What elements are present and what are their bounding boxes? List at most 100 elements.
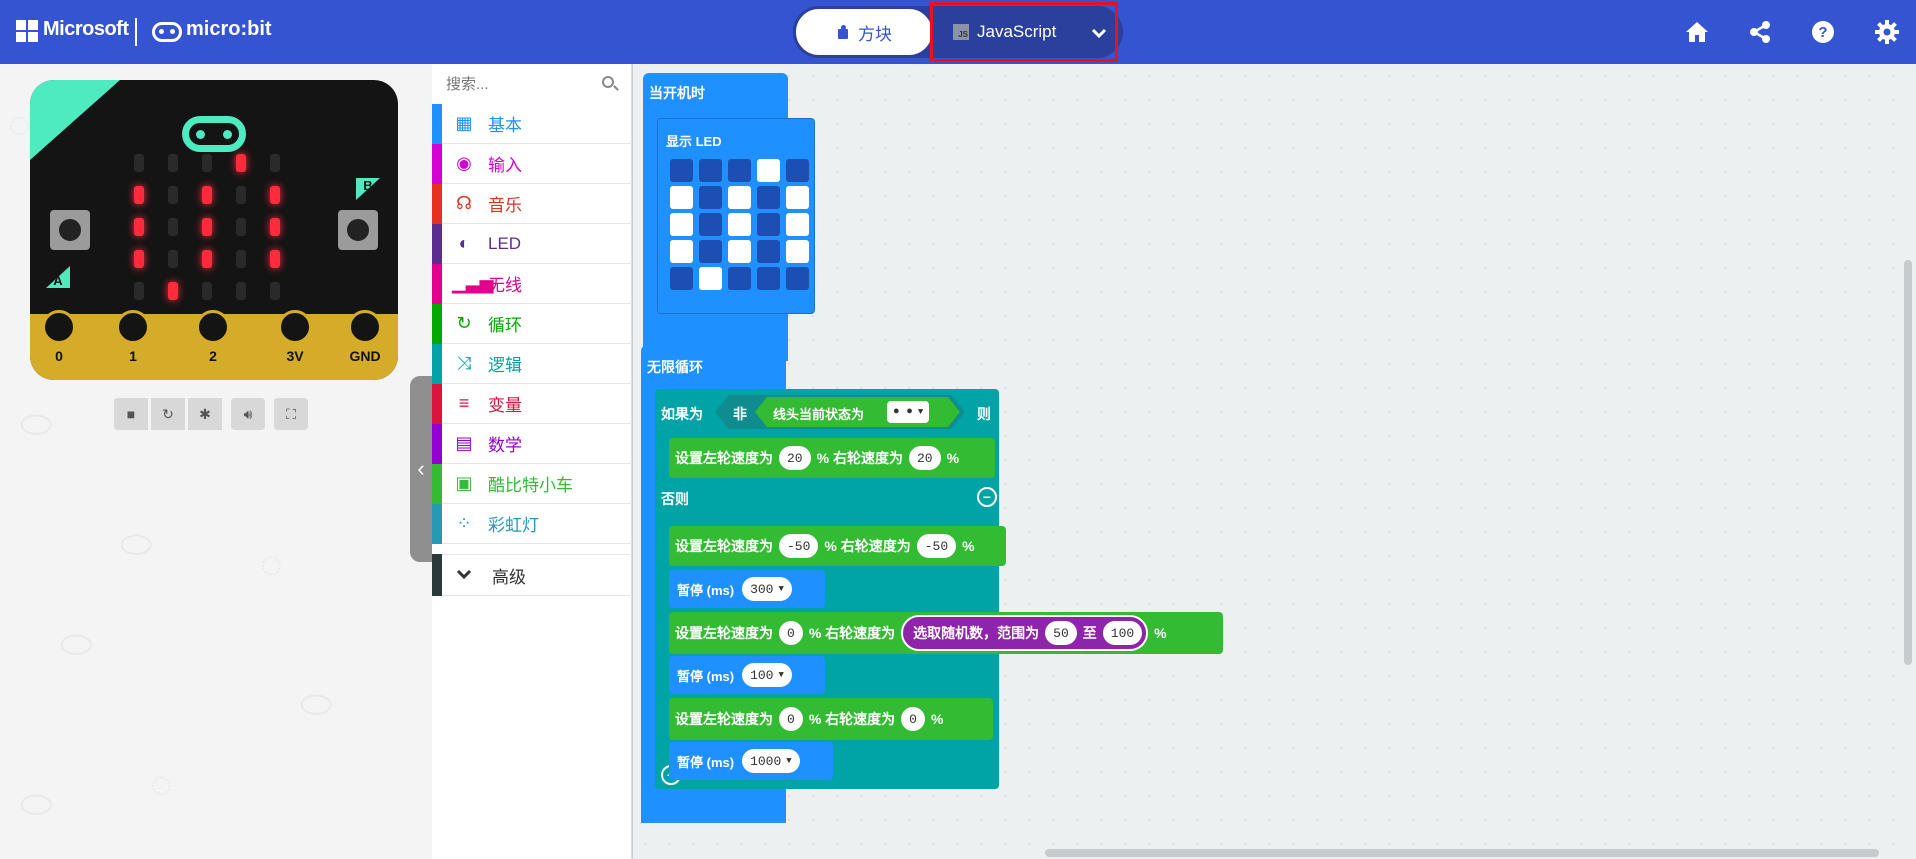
brand-divider: [135, 18, 137, 46]
category-label: 酷比特小车: [488, 476, 573, 495]
category-cutebot[interactable]: ▣ 酷比特小车: [432, 463, 632, 504]
blocks-workspace[interactable]: 当开机时 显示 LED 无限循环 如果为 非 线头当前状态为 ● ● ▼ 则 否则…: [632, 64, 1916, 859]
pin-0[interactable]: 0: [42, 310, 76, 380]
blocks-mode-button[interactable]: 方块: [793, 6, 935, 58]
background-pattern: ⬭: [20, 784, 53, 826]
stop-icon[interactable]: ■: [114, 398, 148, 430]
category-label: 变量: [488, 396, 522, 415]
puzzle-icon: [836, 25, 850, 39]
pause-block[interactable]: 暂停 (ms) 1000 ▼: [669, 742, 833, 780]
left-speed-input[interactable]: 20: [779, 446, 811, 470]
share-icon[interactable]: [1746, 18, 1774, 46]
random-max-input[interactable]: 100: [1102, 621, 1143, 645]
category-radio[interactable]: ▁▃▅ 无线: [432, 263, 632, 304]
category-variables[interactable]: ≡ 变量: [432, 383, 632, 424]
pause-dropdown[interactable]: 1000 ▼: [742, 749, 800, 773]
led: [236, 282, 246, 300]
category-math[interactable]: ▤ 数学: [432, 423, 632, 464]
pause-label: 暂停 (ms): [677, 668, 735, 684]
grid-icon: ▦: [455, 113, 473, 133]
category-logic[interactable]: ⤨ 逻辑: [432, 343, 632, 384]
right-speed-input[interactable]: -50: [916, 534, 957, 558]
collapse-simulator-button[interactable]: ‹: [410, 376, 432, 562]
set-speed-block[interactable]: 设置左轮速度为 0 % 右轮速度为 0 %: [669, 698, 993, 740]
pin-gnd[interactable]: GND: [348, 310, 382, 380]
set-speed-block[interactable]: 设置左轮速度为 -50 % 右轮速度为 -50 %: [669, 526, 1006, 566]
pause-block[interactable]: 暂停 (ms) 100 ▼: [669, 656, 825, 694]
search-input[interactable]: [446, 72, 596, 96]
pin-1[interactable]: 1: [116, 310, 150, 380]
set-speed-block[interactable]: 设置左轮速度为 20 % 右轮速度为 20 %: [669, 438, 995, 478]
pause-dropdown[interactable]: 100 ▼: [742, 663, 792, 687]
led: [168, 250, 178, 268]
microbit-board: A B 0 1 2 3V GND: [30, 80, 398, 380]
restart-icon[interactable]: ↻: [151, 398, 185, 430]
left-speed-input[interactable]: -50: [779, 534, 819, 558]
minus-circle-icon[interactable]: −: [977, 487, 997, 507]
button-b-label: B: [356, 178, 380, 200]
right-speed-input[interactable]: 0: [901, 707, 925, 731]
debug-icon[interactable]: ✱: [188, 398, 222, 430]
left-speed-input[interactable]: 0: [779, 621, 803, 645]
led-lit: [134, 186, 144, 204]
on-start-label: 当开机时: [649, 85, 705, 101]
show-leds-block[interactable]: 显示 LED: [657, 118, 815, 314]
percent-label: %: [930, 711, 944, 727]
signal-icon: ▁▃▅: [452, 273, 494, 293]
vertical-scrollbar[interactable]: [1904, 260, 1912, 665]
category-advanced[interactable]: 高级: [432, 554, 632, 596]
background-pattern: ⬭: [300, 684, 333, 726]
set-speed-block[interactable]: 设置左轮速度为 0 % 右轮速度为 选取随机数，范围为 50 至 100 %: [669, 612, 1223, 654]
led: [168, 186, 178, 204]
search-icon[interactable]: [602, 76, 614, 88]
brand-microbit[interactable]: micro:bit: [186, 18, 272, 41]
javascript-mode-button[interactable]: JS JavaScript: [935, 6, 1123, 58]
pause-label: 暂停 (ms): [677, 582, 735, 598]
category-rainbow-led[interactable]: ⁘ 彩虹灯: [432, 503, 632, 544]
random-min-input[interactable]: 50: [1045, 621, 1077, 645]
right-speed-input[interactable]: 20: [908, 446, 941, 470]
editor-mode-toggle: 方块 JS JavaScript: [793, 6, 1123, 58]
random-number-block[interactable]: 选取随机数，范围为 50 至 100: [901, 615, 1149, 651]
forever-label: 无限循环: [647, 359, 703, 375]
pause-dropdown[interactable]: 300 ▼: [742, 577, 792, 601]
fullscreen-icon[interactable]: ⛶: [274, 398, 308, 430]
category-label: 输入: [488, 156, 522, 175]
microbit-logo-icon: [152, 22, 182, 42]
pause-block[interactable]: 暂停 (ms) 300 ▼: [669, 570, 825, 608]
set-left-label: 设置左轮速度为: [675, 450, 773, 466]
background-pattern: ◌: [150, 764, 173, 806]
board-corner-decoration: [30, 80, 120, 160]
led-lit: [270, 218, 280, 236]
left-speed-input[interactable]: 0: [779, 707, 803, 731]
home-icon[interactable]: [1683, 18, 1711, 46]
settings-icon[interactable]: [1873, 18, 1901, 46]
pin-3v[interactable]: 3V: [278, 310, 312, 380]
category-label: 基本: [488, 116, 522, 135]
category-label: 数学: [488, 436, 522, 455]
category-loops[interactable]: ↻ 循环: [432, 303, 632, 344]
led: [236, 250, 246, 268]
percent-label: %: [946, 450, 960, 466]
button-a[interactable]: [50, 210, 90, 250]
chevron-down-icon[interactable]: [1087, 22, 1111, 42]
horizontal-scrollbar[interactable]: [1045, 849, 1879, 857]
touch-logo-icon[interactable]: [182, 116, 246, 152]
set-right-label: % 右轮速度为: [816, 450, 903, 466]
category-led[interactable]: ◐ LED: [432, 223, 632, 264]
led: [236, 186, 246, 204]
category-music[interactable]: ☊ 音乐: [432, 183, 632, 224]
mute-icon[interactable]: 🔊︎: [231, 398, 265, 430]
category-label: 彩虹灯: [488, 516, 539, 535]
category-basic[interactable]: ▦ 基本: [432, 103, 632, 144]
led-editor-grid[interactable]: [670, 159, 810, 299]
if-label: 如果为: [661, 406, 703, 422]
category-input[interactable]: ◉ 输入: [432, 143, 632, 184]
button-b[interactable]: [338, 210, 378, 250]
pin-2[interactable]: 2: [196, 310, 230, 380]
brand-microsoft[interactable]: Microsoft: [43, 18, 129, 41]
line-state-dropdown[interactable]: ● ● ▼: [887, 401, 930, 423]
led-lit: [202, 186, 212, 204]
target-icon: ◉: [456, 153, 472, 173]
help-icon[interactable]: ?: [1809, 18, 1837, 46]
